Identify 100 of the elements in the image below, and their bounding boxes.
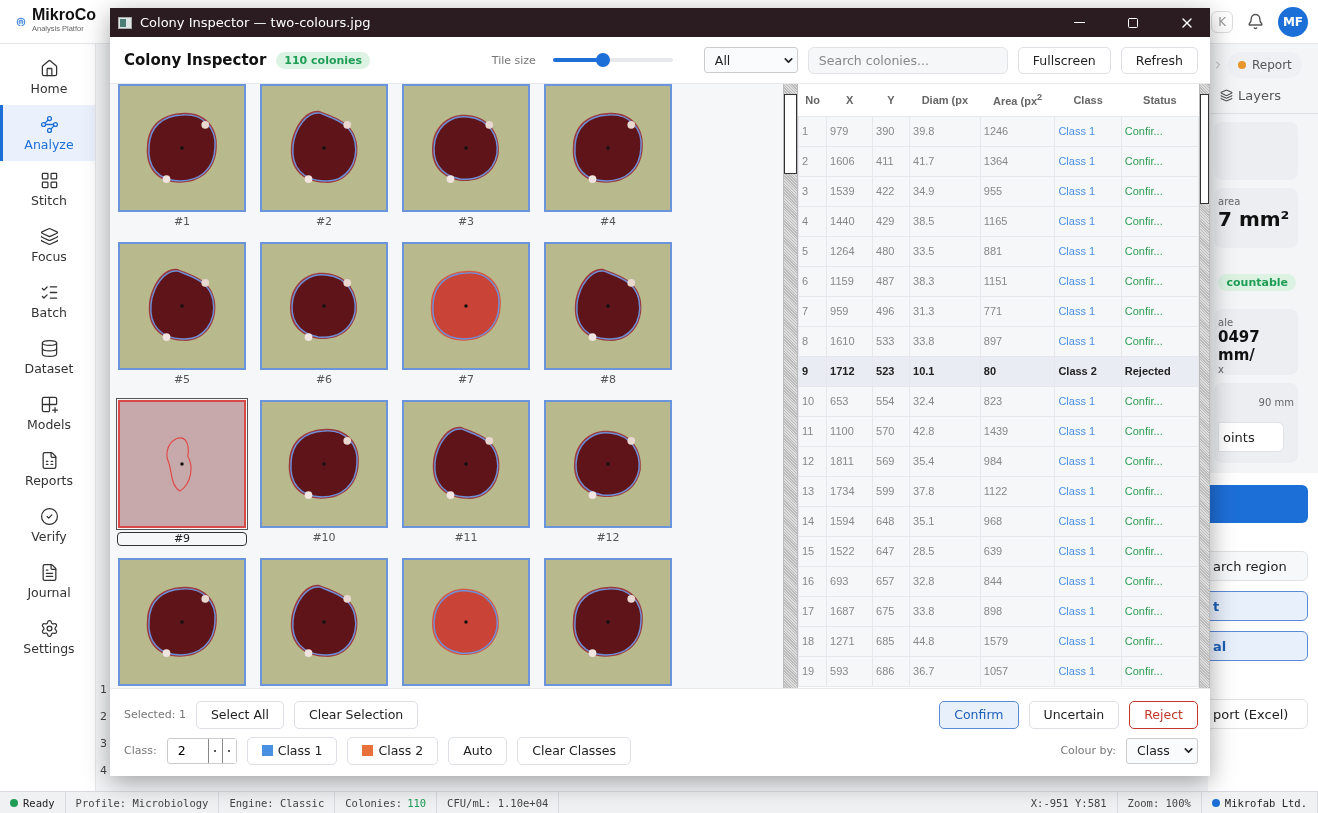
table-cell: 1165 [980, 206, 1055, 236]
nav-icon [39, 58, 59, 78]
tile-label: #10 [312, 532, 336, 546]
sidebar-item[interactable]: Settings [0, 609, 95, 665]
dialog-heading: Colony Inspector [124, 51, 267, 69]
table-cell: Class 1 [1054, 416, 1122, 446]
table-cell: 823 [980, 386, 1055, 416]
tile-label: #1 [173, 216, 191, 230]
scrollbar[interactable] [1199, 84, 1210, 688]
table-cell: 33.8 [909, 596, 981, 626]
slider-thumb[interactable] [596, 53, 611, 67]
tile-label: #3 [457, 216, 475, 230]
status-badge: countable [1218, 274, 1296, 291]
tile-label: #12 [596, 532, 620, 546]
export-button[interactable]: port (Excel) [1208, 699, 1308, 729]
table-cell: 9 [798, 356, 827, 386]
tile-label: #2 [315, 216, 333, 230]
nav-icon [39, 226, 59, 246]
sidebar-item[interactable]: Focus [0, 217, 95, 273]
table-cell: 38.3 [909, 266, 981, 296]
class-action-button[interactable]: Auto [448, 736, 508, 765]
sidebar-item[interactable]: Analyze [0, 105, 95, 161]
table-cell: 41.7 [909, 146, 981, 176]
nav-icon [39, 170, 59, 190]
table-cell: 881 [980, 236, 1055, 266]
tile-size-label: Tile size [491, 53, 536, 67]
table-cell: 19 [798, 656, 827, 686]
status-item: Ready [0, 792, 66, 813]
table-cell: 10.1 [909, 356, 981, 386]
table-cell: 8 [798, 326, 827, 356]
option-button[interactable]: t [1208, 591, 1308, 621]
table-cell: 33.8 [909, 326, 981, 356]
search-field[interactable]: Search colonies... [807, 46, 1008, 74]
table-cell: Confir... [1121, 656, 1199, 686]
table-cell: 10 [798, 386, 827, 416]
table-cell: Confir... [1121, 566, 1199, 596]
colour-by-dropdown[interactable]: Class [1126, 737, 1198, 764]
status-button[interactable]: Reject [1129, 700, 1198, 729]
class-spinbox[interactable]: 2 [166, 737, 237, 764]
table-cell: Confir... [1121, 536, 1199, 566]
table-cell: Class 1 [1054, 506, 1122, 536]
status-button[interactable]: Confirm [939, 700, 1019, 729]
class-button[interactable]: Class 1 [246, 736, 338, 765]
table-cell: Class 1 [1054, 566, 1122, 596]
table-cell: 6 [798, 266, 827, 296]
table-cell: 37.8 [909, 476, 981, 506]
table-cell: 44.8 [909, 626, 981, 656]
table-cell: 898 [980, 596, 1055, 626]
scrollbar[interactable] [783, 84, 798, 688]
toolbar-button[interactable]: Fullscreen [1017, 46, 1111, 74]
tile-label: #7 [457, 374, 475, 388]
sidebar-item[interactable]: Dataset [0, 329, 95, 385]
sidebar-item[interactable]: Journal [0, 553, 95, 609]
points-button[interactable]: oints [1218, 422, 1284, 452]
table-cell: 955 [980, 176, 1055, 206]
class-label: Class: [124, 744, 157, 757]
status-item: CFU/mL: 1.10e+04 [437, 792, 560, 813]
sidebar-item[interactable]: Reports [0, 441, 95, 497]
table-cell: 33.5 [909, 236, 981, 266]
sidebar-item[interactable]: Models [0, 385, 95, 441]
layers-icon [1220, 89, 1233, 102]
table-cell: 34.9 [909, 176, 981, 206]
option-button[interactable]: al [1208, 631, 1308, 661]
primary-button[interactable] [1208, 485, 1308, 523]
table-cell: Class 2 [1054, 356, 1122, 386]
tile-label: #6 [315, 374, 333, 388]
report-tab[interactable]: Report [1228, 52, 1302, 78]
selection-button[interactable]: Select All [195, 700, 284, 729]
search-region-button[interactable]: arch region [1208, 551, 1308, 581]
colony-count-badge: 110 colonies [276, 51, 371, 69]
toolbar-button[interactable]: Refresh [1120, 46, 1198, 74]
window-title: Colony Inspector — two-colours.jpg [140, 15, 371, 30]
table-cell: 1439 [980, 416, 1055, 446]
dish-size: 90 mm [1258, 397, 1294, 408]
tile-label: #4 [599, 216, 617, 230]
table-cell: Class 1 [1054, 146, 1122, 176]
nav-icon [39, 618, 59, 638]
filter-dropdown[interactable]: All [703, 47, 798, 73]
selection-button[interactable]: Clear Selection [293, 700, 419, 729]
table-cell: Confir... [1121, 236, 1199, 266]
table-cell: Class 1 [1054, 206, 1122, 236]
sidebar-item[interactable]: Verify [0, 497, 95, 553]
table-cell: 36.7 [909, 656, 981, 686]
sidebar-item[interactable]: Stitch [0, 161, 95, 217]
table-cell: Class 1 [1054, 386, 1122, 416]
table-cell: Class 1 [1054, 266, 1122, 296]
table-cell: Confir... [1121, 626, 1199, 656]
table-cell: Class 1 [1054, 326, 1122, 356]
table-cell: 31.3 [909, 296, 981, 326]
class-action-button[interactable]: Clear Classes [517, 736, 632, 765]
notification-bell-icon[interactable] [1247, 13, 1264, 30]
class-button[interactable]: Class 2 [347, 736, 439, 765]
sidebar-item[interactable]: Home [0, 49, 95, 105]
user-avatar[interactable]: MF [1278, 6, 1308, 37]
table-cell: 3 [798, 176, 827, 206]
sidebar-item[interactable]: Batch [0, 273, 95, 329]
status-item: Profile: Microbiology [65, 792, 220, 813]
image-icon [118, 16, 132, 29]
status-button[interactable]: Uncertain [1028, 700, 1120, 729]
status-item: X:-951 Y:581 [1020, 792, 1118, 813]
